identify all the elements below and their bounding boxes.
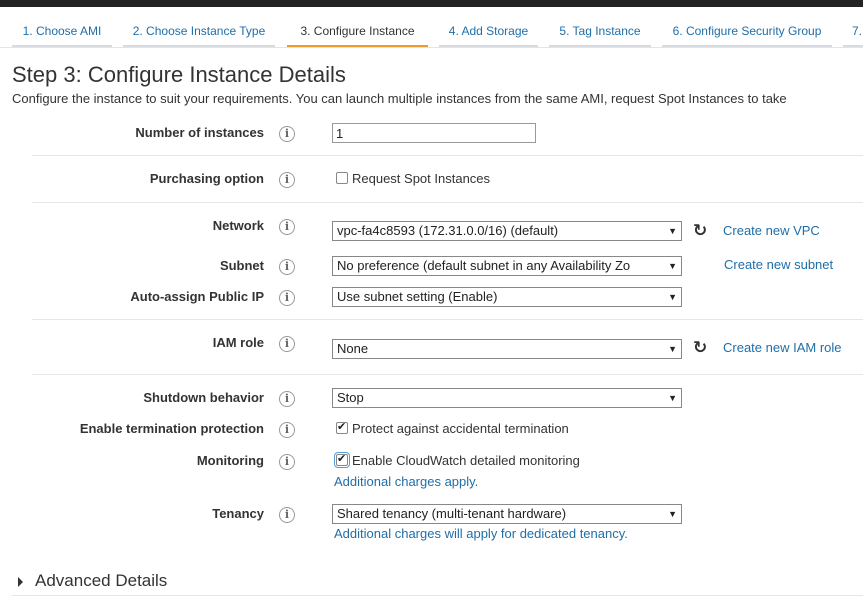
shutdown-select[interactable]: Stop ▼ xyxy=(332,388,682,408)
dropdown-arrow-icon: ▼ xyxy=(668,393,677,403)
divider xyxy=(32,155,863,156)
info-icon[interactable]: i xyxy=(279,422,295,438)
subnet-label: Subnet xyxy=(219,258,264,273)
dropdown-arrow-icon: ▼ xyxy=(668,344,677,354)
purchasing-label: Purchasing option xyxy=(149,171,264,186)
tenancy-select[interactable]: Shared tenancy (multi-tenant hardware) ▼ xyxy=(332,504,682,524)
divider xyxy=(32,374,863,375)
wizard-tabs: 1. Choose AMI 2. Choose Instance Type 3.… xyxy=(0,14,863,48)
tenancy-label: Tenancy xyxy=(212,506,264,521)
network-value: vpc-fa4c8593 (172.31.0.0/16) (default) xyxy=(337,223,559,238)
public-ip-select[interactable]: Use subnet setting (Enable) ▼ xyxy=(332,287,682,307)
expand-arrow-icon xyxy=(18,576,23,587)
monitoring-charges-link[interactable]: Additional charges apply. xyxy=(334,474,478,489)
tab-configure-security-group[interactable]: 6. Configure Security Group xyxy=(662,14,832,47)
spot-instances-label: Request Spot Instances xyxy=(352,171,491,186)
termination-checkbox[interactable] xyxy=(336,420,348,434)
network-select[interactable]: vpc-fa4c8593 (172.31.0.0/16) (default) ▼ xyxy=(332,221,682,241)
tab-add-storage[interactable]: 4. Add Storage xyxy=(439,14,538,47)
monitoring-checkbox-label: Enable CloudWatch detailed monitoring xyxy=(352,453,580,468)
tenancy-value: Shared tenancy (multi-tenant hardware) xyxy=(337,506,567,521)
tab-choose-instance-type[interactable]: 2. Choose Instance Type xyxy=(123,14,275,47)
create-subnet-link[interactable]: Create new subnet xyxy=(724,257,833,272)
divider xyxy=(12,595,863,596)
create-iam-role-link[interactable]: Create new IAM role xyxy=(723,340,842,355)
tab-configure-instance[interactable]: 3. Configure Instance xyxy=(287,14,428,47)
public-ip-label: Auto-assign Public IP xyxy=(130,289,264,304)
top-bar xyxy=(0,0,863,7)
spot-instances-checkbox[interactable] xyxy=(336,172,348,184)
shutdown-label: Shutdown behavior xyxy=(143,390,264,405)
instances-label: Number of instances xyxy=(135,125,264,140)
info-icon[interactable]: i xyxy=(279,219,295,235)
info-icon[interactable]: i xyxy=(279,259,295,275)
info-icon[interactable]: i xyxy=(279,126,295,142)
iam-label: IAM role xyxy=(212,335,264,350)
refresh-iam-icon[interactable]: ↻ xyxy=(693,339,711,357)
create-vpc-link[interactable]: Create new VPC xyxy=(723,223,820,238)
info-icon[interactable]: i xyxy=(279,172,295,188)
subnet-value: No preference (default subnet in any Ava… xyxy=(337,258,631,273)
tab-tag-instance[interactable]: 5. Tag Instance xyxy=(549,14,651,47)
public-ip-value: Use subnet setting (Enable) xyxy=(337,289,498,304)
page-description: Configure the instance to suit your requ… xyxy=(12,91,787,106)
dropdown-arrow-icon: ▼ xyxy=(668,261,677,271)
refresh-network-icon[interactable]: ↻ xyxy=(693,222,711,240)
iam-value: None xyxy=(337,341,369,356)
advanced-details-toggle[interactable]: Advanced Details xyxy=(18,571,167,591)
dropdown-arrow-icon: ▼ xyxy=(668,226,677,236)
dedicated-tenancy-charges-link[interactable]: Additional charges will apply for dedica… xyxy=(334,526,628,541)
info-icon[interactable]: i xyxy=(279,391,295,407)
tab-review[interactable]: 7. xyxy=(843,14,863,47)
iam-select[interactable]: None ▼ xyxy=(332,339,682,359)
subnet-select[interactable]: No preference (default subnet in any Ava… xyxy=(332,256,682,276)
divider xyxy=(32,202,863,203)
dropdown-arrow-icon: ▼ xyxy=(668,292,677,302)
shutdown-value: Stop xyxy=(337,390,364,405)
monitoring-checkbox[interactable] xyxy=(334,452,350,468)
instances-input[interactable] xyxy=(332,123,536,143)
network-label: Network xyxy=(212,218,264,233)
dropdown-arrow-icon: ▼ xyxy=(668,509,677,519)
info-icon[interactable]: i xyxy=(279,336,295,352)
termination-label: Enable termination protection xyxy=(79,421,264,436)
divider xyxy=(32,319,863,320)
page-title: Step 3: Configure Instance Details xyxy=(12,62,346,87)
advanced-details-label: Advanced Details xyxy=(35,571,168,590)
termination-checkbox-label: Protect against accidental termination xyxy=(352,421,569,436)
tab-choose-ami[interactable]: 1. Choose AMI xyxy=(12,14,112,47)
info-icon[interactable]: i xyxy=(279,454,295,470)
info-icon[interactable]: i xyxy=(279,507,295,523)
monitoring-label: Monitoring xyxy=(196,453,264,468)
info-icon[interactable]: i xyxy=(279,290,295,306)
